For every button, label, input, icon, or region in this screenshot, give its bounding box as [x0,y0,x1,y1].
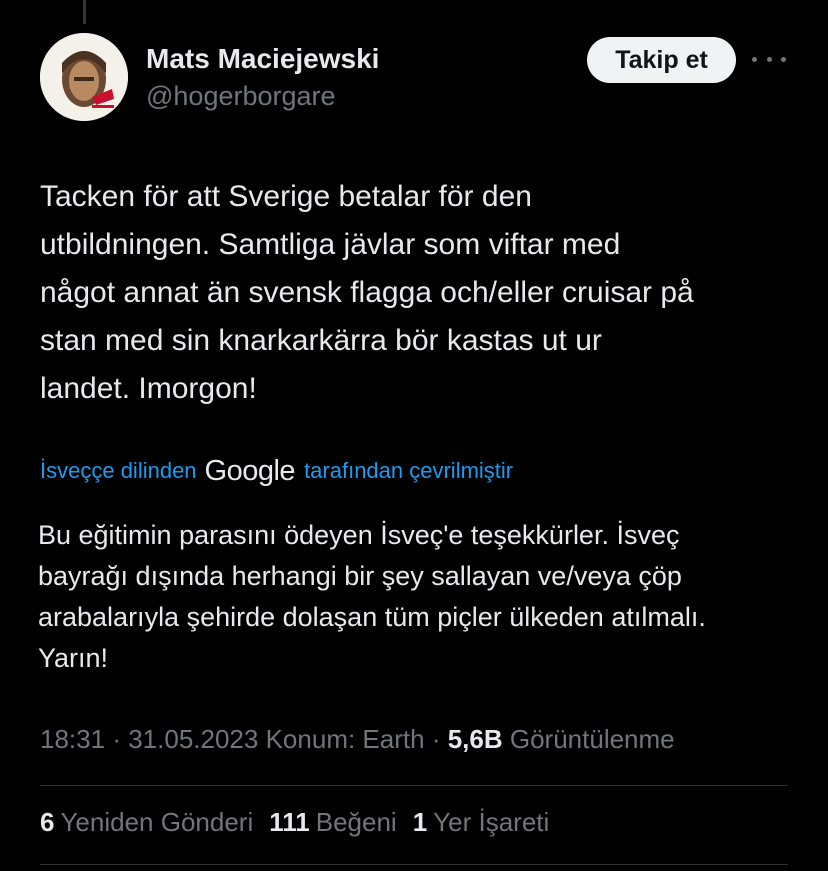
tweet-text-line: stan med sin knarkarkärra bör kastas ut … [40,324,602,357]
translated-text-line: bayrağı dışında herhangi bir şey sallaya… [38,561,682,591]
reposts-stat[interactable]: 6 Yeniden Gönderi [40,807,253,838]
avatar[interactable] [40,33,128,121]
follow-button[interactable]: Takip et [587,37,736,83]
reposts-count: 6 [40,807,55,837]
translation-suffix[interactable]: tarafından çevrilmiştir [304,458,513,484]
thread-connector-line [83,0,86,24]
divider [40,864,788,865]
author-handle[interactable]: @hogerborgare [146,81,336,112]
google-logo: Google [204,454,296,487]
meta-separator: · [112,724,121,754]
reposts-label: Yeniden Gönderi [60,807,254,837]
tweet-text-line: Tacken för att Sverige betalar för den [40,180,532,213]
tweet-text-line: något annat än svensk flagga och/eller c… [40,276,694,309]
translated-text-line: Yarın! [38,643,109,673]
likes-count: 111 [269,807,310,837]
translated-text: Bu eğitimin parasını ödeyen İsveç'e teşe… [38,515,808,679]
tweet-text-line: utbildningen. Samtliga jävlar som viftar… [40,228,621,261]
tweet-time[interactable]: 18:31 [40,724,105,754]
tweet-date[interactable]: 31.05.2023 [128,724,258,754]
tweet-text-line: landet. Imorgon! [40,372,257,405]
author-display-name[interactable]: Mats Maciejewski [146,43,379,75]
likes-stat[interactable]: 111 Beğeni [269,807,396,838]
views-count: 5,6B [447,724,503,754]
bookmarks-count: 1 [412,807,428,837]
meta-separator: · [431,724,441,754]
likes-label: Beğeni [315,807,397,837]
tweet-stats: 6 Yeniden Gönderi 111 Beğeni 1 Yer İşareti [40,807,565,838]
translation-attribution[interactable]: İsveççe dilinden Google tarafından çevri… [40,451,513,491]
tweet-meta: 18:31 · 31.05.2023 Konum: Earth · 5,6B G… [40,724,675,755]
views-label: Görüntülenme [509,724,675,754]
bookmarks-label: Yer İşareti [433,807,550,837]
tweet-text: Tacken för att Sverige betalar för den u… [40,173,800,413]
divider [40,785,788,786]
bookmarks-stat[interactable]: 1 Yer İşareti [413,807,550,838]
avatar-image [40,33,128,121]
tweet-location: Konum: Earth [265,724,425,754]
more-horizontal-icon[interactable] [752,48,786,70]
translated-text-line: Bu eğitimin parasını ödeyen İsveç'e teşe… [38,520,680,550]
translation-prefix[interactable]: İsveççe dilinden [40,458,197,484]
translated-text-line: arabalarıyla şehirde dolaşan tüm piçler … [38,602,706,632]
